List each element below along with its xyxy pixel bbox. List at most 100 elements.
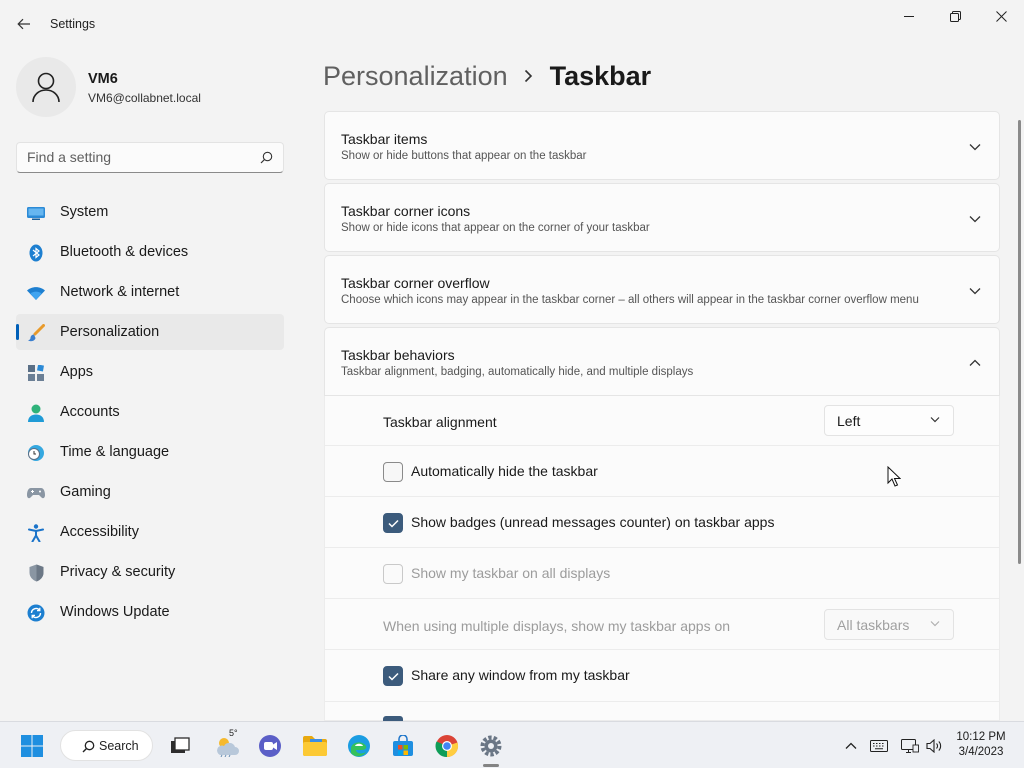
card-description: Show or hide icons that appear on the co… xyxy=(341,222,650,234)
share-window-label[interactable]: Share any window from my taskbar xyxy=(411,667,630,683)
sidebar-item-accounts[interactable]: Accounts xyxy=(16,394,284,430)
card-title: Taskbar corner icons xyxy=(341,203,471,219)
file-explorer-button[interactable] xyxy=(299,730,331,762)
sidebar-item-label: Privacy & security xyxy=(60,564,176,580)
sidebar-item-label: Apps xyxy=(60,364,94,380)
speaker-icon xyxy=(926,739,942,753)
clock-globe-icon xyxy=(27,444,45,462)
badges-checkbox[interactable] xyxy=(383,513,403,533)
chevron-down-icon[interactable] xyxy=(967,283,983,299)
settings-app-button[interactable] xyxy=(475,730,507,762)
card-description: Show or hide buttons that appear on the … xyxy=(341,150,587,162)
auto-hide-label[interactable]: Automatically hide the taskbar xyxy=(411,463,598,479)
share-window-checkbox[interactable] xyxy=(383,666,403,686)
sidebar-item-system[interactable]: System xyxy=(16,194,284,230)
sidebar-item-label: Bluetooth & devices xyxy=(60,244,189,260)
chevron-down-icon[interactable] xyxy=(967,211,983,227)
search-icon xyxy=(260,151,273,164)
sidebar-item-label: Personalization xyxy=(60,324,160,340)
start-button[interactable] xyxy=(16,730,48,762)
taskbar-search-button[interactable]: Search xyxy=(60,730,153,761)
sidebar-item-time-language[interactable]: Time & language xyxy=(16,434,284,470)
scrollbar[interactable] xyxy=(1018,120,1021,564)
sidebar-item-label: Accounts xyxy=(60,404,120,420)
chevron-down-icon[interactable] xyxy=(967,139,983,155)
clock-date: 3/4/2023 xyxy=(958,746,1004,758)
sidebar-item-label: Accessibility xyxy=(60,524,139,540)
share-window-row: Share any window from my taskbar xyxy=(324,650,1000,702)
minimize-button[interactable] xyxy=(886,0,932,32)
user-profile[interactable]: VM6 VM6@collabnet.local xyxy=(16,57,286,117)
taskbar-corner-icons-card[interactable]: Taskbar corner icons Show or hide icons … xyxy=(324,183,1000,252)
accessibility-icon xyxy=(27,524,45,542)
edge-browser-button[interactable] xyxy=(343,730,375,762)
app-title: Settings xyxy=(50,17,96,31)
taskbar-behaviors-card[interactable]: Taskbar behaviors Taskbar alignment, bad… xyxy=(324,327,1000,396)
sidebar-item-label: Gaming xyxy=(60,484,111,500)
close-button[interactable] xyxy=(978,0,1024,32)
monitor-icon xyxy=(27,204,45,222)
sidebar-item-accessibility[interactable]: Accessibility xyxy=(16,514,284,550)
sidebar-item-label: Time & language xyxy=(60,444,170,460)
network-status-button[interactable] xyxy=(900,736,920,756)
taskbar: Search 5° 10:12 PM 3/4/2023 xyxy=(0,721,1024,768)
touch-keyboard-button[interactable] xyxy=(869,736,889,756)
system-clock[interactable]: 10:12 PM 3/4/2023 xyxy=(948,730,1014,760)
badges-row: Show badges (unread messages counter) on… xyxy=(324,497,1000,548)
brush-icon xyxy=(27,324,45,342)
volume-button[interactable] xyxy=(925,736,945,756)
task-view-button[interactable] xyxy=(164,730,196,762)
sidebar-item-label: Windows Update xyxy=(60,604,170,620)
multi-display-row: When using multiple displays, show my ta… xyxy=(324,599,1000,650)
microsoft-store-button[interactable] xyxy=(387,730,419,762)
avatar[interactable] xyxy=(16,57,76,117)
show-hidden-icons-button[interactable] xyxy=(841,736,861,756)
taskbar-alignment-dropdown[interactable]: Left xyxy=(824,405,954,436)
search-input[interactable] xyxy=(27,149,247,165)
sidebar-item-privacy[interactable]: Privacy & security xyxy=(16,554,284,590)
sidebar-item-gaming[interactable]: Gaming xyxy=(16,474,284,510)
back-button[interactable] xyxy=(10,10,38,38)
sidebar-item-bluetooth[interactable]: Bluetooth & devices xyxy=(16,234,284,270)
sidebar-nav: System Bluetooth & devices Network & int… xyxy=(16,194,284,634)
sidebar-item-network[interactable]: Network & internet xyxy=(16,274,284,310)
all-displays-row: Show my taskbar on all displays xyxy=(324,548,1000,599)
auto-hide-checkbox[interactable] xyxy=(383,462,403,482)
checkmark-icon xyxy=(387,519,399,528)
active-app-indicator xyxy=(483,764,499,767)
user-email: VM6@collabnet.local xyxy=(88,91,201,105)
gear-icon xyxy=(480,735,502,757)
windows-logo-icon xyxy=(21,735,43,757)
settings-search[interactable] xyxy=(16,142,284,173)
sidebar-item-personalization[interactable]: Personalization xyxy=(16,314,284,350)
store-icon xyxy=(393,735,413,756)
breadcrumb: Personalization Taskbar xyxy=(323,58,651,94)
multi-display-dropdown[interactable]: All taskbars xyxy=(824,609,954,640)
sidebar-item-apps[interactable]: Apps xyxy=(16,354,284,390)
chevron-down-icon xyxy=(930,621,940,627)
dropdown-value: All taskbars xyxy=(837,616,910,633)
all-displays-checkbox[interactable] xyxy=(383,564,403,584)
weather-cloud-icon xyxy=(217,738,239,757)
sidebar-item-label: Network & internet xyxy=(60,284,180,300)
card-title: Taskbar corner overflow xyxy=(341,275,490,291)
weather-widget[interactable] xyxy=(211,730,243,762)
card-description: Taskbar alignment, badging, automaticall… xyxy=(341,366,694,378)
teams-chat-button[interactable] xyxy=(254,730,286,762)
network-monitor-icon xyxy=(901,739,919,753)
taskbar-items-card[interactable]: Taskbar items Show or hide buttons that … xyxy=(324,111,1000,180)
chevron-up-icon[interactable] xyxy=(967,355,983,371)
chrome-browser-button[interactable] xyxy=(431,730,463,762)
breadcrumb-parent[interactable]: Personalization xyxy=(323,61,508,92)
restore-button[interactable] xyxy=(932,0,978,32)
badges-label[interactable]: Show badges (unread messages counter) on… xyxy=(411,514,774,530)
sidebar-item-label: System xyxy=(60,204,109,220)
chevron-down-icon xyxy=(930,417,940,423)
title-bar: Settings xyxy=(0,0,1024,48)
taskbar-corner-overflow-card[interactable]: Taskbar corner overflow Choose which ico… xyxy=(324,255,1000,324)
chevron-right-icon xyxy=(524,69,533,83)
bluetooth-icon xyxy=(27,244,45,262)
sidebar-item-windows-update[interactable]: Windows Update xyxy=(16,594,284,630)
multi-display-label: When using multiple displays, show my ta… xyxy=(383,618,731,634)
edge-icon xyxy=(348,735,370,757)
